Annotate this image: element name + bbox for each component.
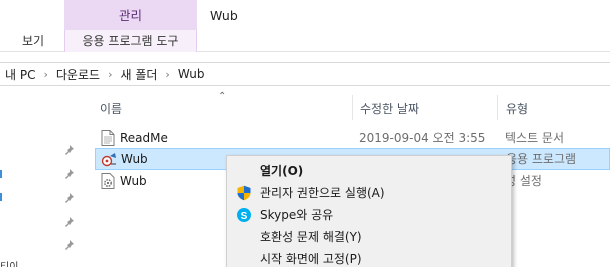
uac-shield-icon bbox=[237, 185, 251, 201]
tab-application-tools[interactable]: 응용 프로그램 도구 bbox=[64, 30, 197, 52]
chevron-right-icon[interactable]: › bbox=[43, 68, 47, 81]
file-name: Wub bbox=[121, 152, 148, 166]
menu-item-label: 열기(O) bbox=[260, 164, 304, 178]
window-title: Wub bbox=[210, 8, 238, 23]
column-divider[interactable] bbox=[497, 95, 498, 120]
svg-text:S: S bbox=[241, 211, 248, 222]
context-menu: 열기(O) 관리자 권한으로 실행(A) S Skype와 공유 호환성 문제 … bbox=[226, 155, 512, 267]
column-header-date[interactable]: 수정한 날짜 bbox=[360, 99, 419, 119]
menu-item-label: 시작 화면에 고정(P) bbox=[260, 252, 362, 266]
text-file-icon bbox=[101, 130, 115, 146]
file-date: 2019-09-04 오전 3:55 bbox=[359, 131, 486, 145]
menu-item-label: 관리자 권한으로 실행(A) bbox=[260, 186, 385, 200]
ribbon: 관리 응용 프로그램 도구 보기 Wub bbox=[0, 0, 610, 52]
column-divider[interactable] bbox=[352, 95, 353, 120]
breadcrumb-new-folder[interactable]: 새 폴더 bbox=[120, 66, 157, 83]
file-name: ReadMe bbox=[120, 131, 168, 145]
nav-item-marker[interactable] bbox=[0, 170, 2, 178]
file-row[interactable]: ReadMe 2019-09-04 오전 3:55 텍스트 문서 bbox=[95, 127, 610, 149]
tab-view[interactable]: 보기 bbox=[22, 30, 44, 52]
pin-icon[interactable] bbox=[63, 168, 75, 180]
address-bar[interactable]: 내 PC › 다운로드 › 새 폴더 › Wub bbox=[0, 62, 610, 86]
nav-item-marker[interactable] bbox=[0, 193, 2, 201]
menu-item-run-as-admin[interactable]: 관리자 권한으로 실행(A) bbox=[227, 182, 511, 204]
pin-icon[interactable] bbox=[63, 144, 75, 156]
column-header-type[interactable]: 유형 bbox=[506, 99, 528, 119]
menu-item-share-skype[interactable]: S Skype와 공유 bbox=[227, 204, 511, 226]
menu-item-label: 호환성 문제 해결(Y) bbox=[260, 230, 362, 244]
column-header-name[interactable]: 이름 bbox=[100, 99, 122, 119]
chevron-right-icon[interactable]: › bbox=[165, 68, 169, 81]
nav-item-label[interactable]: 티이 bbox=[0, 258, 18, 267]
settings-file-icon bbox=[101, 173, 115, 189]
application-icon bbox=[101, 153, 116, 167]
skype-icon: S bbox=[237, 208, 251, 222]
context-tab-header: 관리 bbox=[64, 0, 197, 30]
file-type: 응용 프로그램 bbox=[506, 152, 577, 166]
sort-ascending-icon: ⌃ bbox=[218, 91, 227, 102]
file-name: Wub bbox=[120, 174, 147, 188]
pin-icon[interactable] bbox=[63, 216, 75, 228]
pin-icon[interactable] bbox=[63, 192, 75, 204]
breadcrumb-downloads[interactable]: 다운로드 bbox=[56, 66, 100, 83]
chevron-right-icon[interactable]: › bbox=[108, 68, 112, 81]
breadcrumb-wub[interactable]: Wub bbox=[178, 67, 205, 81]
menu-item-troubleshoot-compatibility[interactable]: 호환성 문제 해결(Y) bbox=[227, 226, 511, 248]
file-type: 텍스트 문서 bbox=[505, 131, 565, 145]
menu-item-open[interactable]: 열기(O) bbox=[227, 160, 511, 182]
menu-item-label: Skype와 공유 bbox=[260, 208, 334, 222]
pin-icon[interactable] bbox=[63, 239, 75, 251]
menu-item-pin-to-start[interactable]: 시작 화면에 고정(P) bbox=[227, 248, 511, 267]
breadcrumb-this-pc[interactable]: 내 PC bbox=[5, 66, 35, 83]
